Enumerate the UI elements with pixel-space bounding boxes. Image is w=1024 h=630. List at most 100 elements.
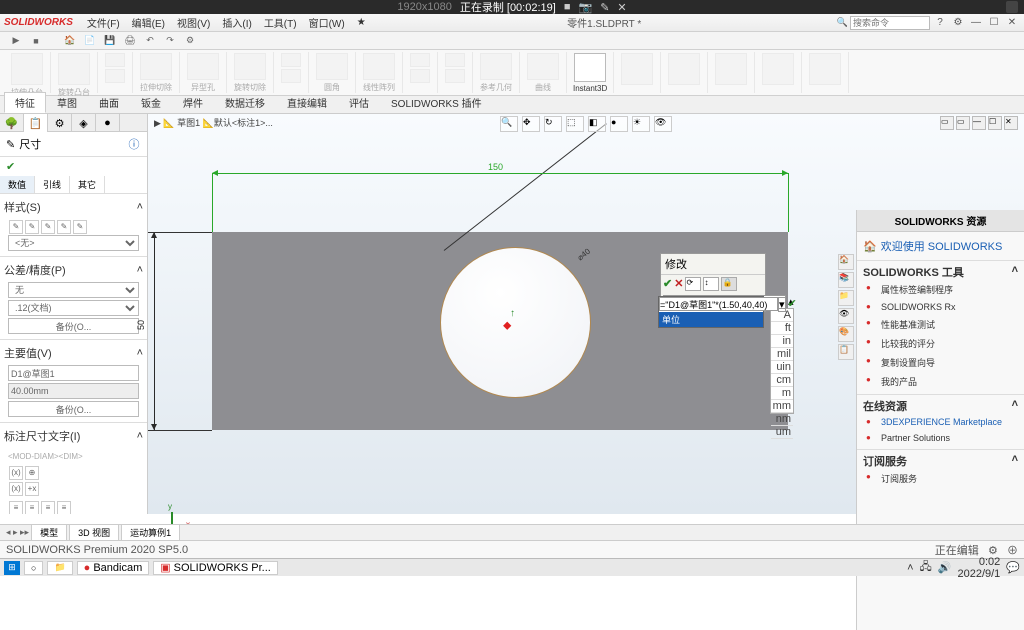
rb-shell[interactable] bbox=[445, 53, 465, 67]
rb-a2[interactable] bbox=[668, 53, 700, 85]
rb-instant3d[interactable] bbox=[574, 53, 606, 82]
rp-tool-2[interactable]: 性能基准测试 bbox=[863, 315, 1018, 334]
rb-hole[interactable] bbox=[187, 53, 219, 80]
menu-window[interactable]: 窗口(W) bbox=[303, 15, 351, 30]
pm-tab-display[interactable]: ● bbox=[96, 114, 120, 132]
ru-5[interactable]: cm bbox=[771, 374, 793, 387]
tray-icon[interactable] bbox=[1006, 1, 1018, 13]
style-btn2[interactable]: ✎ bbox=[25, 220, 39, 234]
modify-ok-icon[interactable]: ✔ bbox=[663, 277, 672, 291]
eq-input[interactable] bbox=[659, 297, 778, 311]
qa-new-icon[interactable]: 🏠 bbox=[62, 34, 78, 48]
menu-insert[interactable]: 插入(I) bbox=[216, 15, 257, 30]
style-combo[interactable]: <无> bbox=[8, 235, 139, 251]
rp-tool-5[interactable]: 我的产品 bbox=[863, 372, 1018, 391]
vt-scene-icon[interactable]: ☀ bbox=[632, 116, 650, 132]
tol-combo1[interactable]: 无 bbox=[8, 282, 139, 298]
task-search-icon[interactable]: ○ bbox=[24, 561, 43, 575]
pm-tab-config[interactable]: ⚙ bbox=[48, 114, 72, 132]
vt-pan-icon[interactable]: ✥ bbox=[522, 116, 540, 132]
maximize-button[interactable]: ☐ bbox=[986, 16, 1002, 30]
style-btn3[interactable]: ✎ bbox=[41, 220, 55, 234]
dim-horizontal[interactable] bbox=[212, 173, 788, 174]
rp-sub-0[interactable]: 订阅服务 bbox=[863, 469, 1018, 488]
dt2[interactable]: ⊕ bbox=[25, 466, 39, 480]
bt-model[interactable]: 模型 bbox=[31, 524, 67, 541]
menu-file[interactable]: 文件(F) bbox=[81, 15, 126, 30]
rb-sweep-cut[interactable] bbox=[281, 53, 301, 67]
rp-online-1[interactable]: Partner Solutions bbox=[863, 430, 1018, 446]
al2[interactable]: ≡ bbox=[25, 501, 39, 514]
vc-1[interactable]: ▭ bbox=[940, 116, 954, 130]
dt4[interactable]: +x bbox=[25, 482, 39, 496]
tab-sketch[interactable]: 草图 bbox=[46, 92, 88, 113]
rb-revolve-cut[interactable] bbox=[234, 53, 266, 80]
chevron-up-icon[interactable]: ˄ bbox=[137, 264, 143, 276]
rb-a1[interactable] bbox=[621, 53, 653, 85]
task-explorer-icon[interactable]: 📁 bbox=[47, 561, 72, 575]
tol-combo2[interactable]: .12(文档) bbox=[8, 300, 139, 316]
ru-8[interactable]: nm bbox=[771, 413, 793, 426]
qa-undo-icon[interactable]: ↶ bbox=[142, 34, 158, 48]
vc-min[interactable]: — bbox=[972, 116, 986, 130]
tray-net-icon[interactable]: 🖧 bbox=[920, 558, 932, 577]
tab-direct[interactable]: 直接编辑 bbox=[276, 92, 338, 113]
help-icon[interactable]: ? bbox=[932, 16, 948, 30]
start-button[interactable]: ⊞ bbox=[4, 561, 20, 575]
vt-display-icon[interactable]: ◧ bbox=[588, 116, 606, 132]
rb-loft-cut[interactable] bbox=[281, 69, 301, 83]
chevron-up-icon[interactable]: ˄ bbox=[1012, 453, 1018, 469]
tp-lib-icon[interactable]: 📚 bbox=[838, 272, 854, 288]
bt-arrows[interactable]: ◂ ▸ ▸▸ bbox=[6, 527, 29, 538]
chevron-up-icon[interactable]: ˄ bbox=[1012, 264, 1018, 280]
eq-option-units[interactable]: 单位 bbox=[659, 312, 763, 327]
pm-tab-property[interactable]: 📋 bbox=[24, 114, 48, 132]
vt-rotate-icon[interactable]: ↻ bbox=[544, 116, 562, 132]
rb-refgeom[interactable] bbox=[480, 53, 512, 80]
ru-7[interactable]: mm bbox=[771, 400, 793, 413]
tray-up-icon[interactable]: ˄ bbox=[907, 562, 913, 574]
rec-camera-icon[interactable]: 📷 bbox=[578, 1, 592, 14]
qa-print-icon[interactable]: 🖨 bbox=[122, 34, 138, 48]
ru-4[interactable]: uin bbox=[771, 361, 793, 374]
pm-tab-tree[interactable]: 🌳 bbox=[0, 114, 24, 132]
ru-9[interactable]: um bbox=[771, 426, 793, 439]
tab-features[interactable]: 特征 bbox=[4, 92, 46, 113]
menu-star-icon[interactable]: ★ bbox=[351, 17, 372, 28]
pm-subtab-other[interactable]: 其它 bbox=[70, 176, 105, 193]
modify-reverse-icon[interactable]: ↕ bbox=[703, 277, 719, 291]
style-btn4[interactable]: ✎ bbox=[57, 220, 71, 234]
tab-surface[interactable]: 曲面 bbox=[88, 92, 130, 113]
qa-options-icon[interactable]: ⚙ bbox=[182, 34, 198, 48]
menu-edit[interactable]: 编辑(E) bbox=[126, 15, 171, 30]
menu-view[interactable]: 视图(V) bbox=[171, 15, 216, 30]
sketch-circle[interactable] bbox=[440, 247, 591, 398]
close-button[interactable]: ✕ bbox=[1004, 16, 1020, 30]
tab-eval[interactable]: 评估 bbox=[338, 92, 380, 113]
primary-backup-btn[interactable]: 备份(O... bbox=[8, 401, 139, 417]
tray-notif-icon[interactable]: 💬 bbox=[1006, 561, 1020, 574]
qa-play-icon[interactable]: ▶ bbox=[8, 34, 24, 48]
pm-help-icon[interactable]: ⓘ bbox=[127, 137, 141, 151]
tp-appear-icon[interactable]: 🎨 bbox=[838, 326, 854, 342]
rb-extrude[interactable] bbox=[11, 53, 43, 85]
ru-1[interactable]: ft bbox=[771, 322, 793, 335]
task-solidworks[interactable]: ▣SOLIDWORKS Pr... bbox=[153, 561, 278, 575]
minimize-button[interactable]: — bbox=[968, 16, 984, 30]
modify-cancel-icon[interactable]: ✕ bbox=[674, 277, 683, 291]
vt-hide-icon[interactable]: 👁 bbox=[654, 116, 672, 132]
eq-ok-icon[interactable]: ✔ bbox=[786, 297, 799, 312]
rec-edit-icon[interactable]: ✎ bbox=[600, 1, 609, 14]
breadcrumb[interactable]: ▶ 📐 草图1 📐默认<标注1>... bbox=[154, 116, 273, 129]
modify-rebuild-icon[interactable]: ⟳ bbox=[685, 277, 701, 291]
chevron-up-icon[interactable]: ˄ bbox=[137, 201, 143, 213]
chevron-up-icon[interactable]: ˄ bbox=[1012, 398, 1018, 414]
rb-pattern[interactable] bbox=[363, 53, 395, 80]
style-btn5[interactable]: ✎ bbox=[73, 220, 87, 234]
ru-6[interactable]: m bbox=[771, 387, 793, 400]
task-bandicam[interactable]: ●Bandicam bbox=[77, 561, 150, 575]
bt-3dview[interactable]: 3D 视图 bbox=[69, 524, 119, 541]
rb-rib[interactable] bbox=[410, 53, 430, 67]
chevron-up-icon[interactable]: ˄ bbox=[137, 430, 143, 442]
rp-tool-4[interactable]: 复制设置向导 bbox=[863, 353, 1018, 372]
